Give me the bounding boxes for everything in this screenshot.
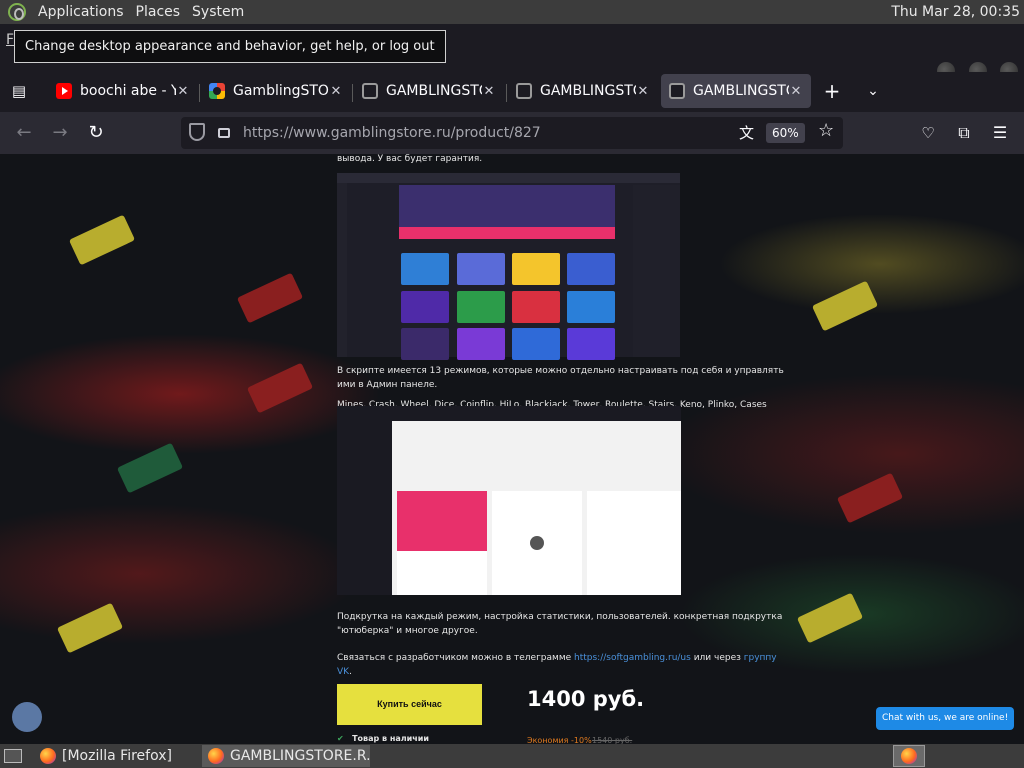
tab-close-icon[interactable]: ✕ [636, 84, 650, 99]
tab-gamblingstore-2[interactable]: GAMBLINGSTORE ✕ [508, 74, 658, 108]
menu-places[interactable]: Places [130, 0, 187, 24]
file-menu-hint[interactable]: F [6, 32, 14, 48]
top-panel: Applications Places System Thu Mar 28, 0… [0, 0, 1024, 24]
tab-youtube[interactable]: boochi abe - YouTube ✕ [48, 74, 198, 108]
paragraph-contact: Связаться с разработчиком можно в телегр… [337, 653, 777, 677]
lock-icon[interactable] [218, 128, 230, 138]
bg-chip-decor [236, 272, 304, 324]
youtube-icon [56, 83, 72, 99]
bg-chip-decor [56, 602, 124, 654]
bookmark-star-icon[interactable]: ☆ [818, 120, 834, 141]
screenshot-admin-panel [337, 406, 681, 595]
menu-applications[interactable]: Applications [32, 0, 130, 24]
extensions-puzzle-icon[interactable]: ⧉ [951, 120, 977, 146]
in-stock-status: ✔ Товар в наличии [337, 734, 429, 743]
tab-close-icon[interactable]: ✕ [789, 84, 803, 99]
clock[interactable]: Thu Mar 28, 00:35 [891, 0, 1020, 24]
hamburger-menu-icon[interactable]: ☰ [987, 120, 1013, 146]
tab-gamblingstore-active[interactable]: GAMBLINGSTORE ✕ [661, 74, 811, 108]
firefox-icon [208, 748, 224, 764]
old-price: 1540 руб. [592, 736, 633, 744]
bg-chip-decor [796, 592, 864, 644]
chat-bubble-icon[interactable] [12, 702, 42, 732]
distro-logo-icon[interactable] [8, 3, 26, 21]
workspace-switcher[interactable] [893, 745, 925, 767]
zoom-level[interactable]: 60% [766, 123, 805, 143]
forward-arrow-icon[interactable]: → [47, 120, 73, 146]
list-all-tabs-chevron-icon[interactable]: ⌄ [860, 78, 886, 104]
bg-chip-decor [116, 442, 184, 494]
taskbar-item-firefox[interactable]: [Mozilla Firefox] [34, 745, 200, 767]
tab-gamblingstore-1[interactable]: GAMBLINGSTORE ✕ [354, 74, 504, 108]
tab-close-icon[interactable]: ✕ [176, 84, 190, 99]
buy-now-button[interactable]: Купить сейчас [337, 684, 482, 725]
url-bar[interactable]: https://www.gamblingstore.ru/product/827… [181, 117, 843, 149]
paragraph-features: Подкрутка на каждый режим, настройка ста… [337, 612, 783, 636]
url-text[interactable]: https://www.gamblingstore.ru/product/827 [243, 117, 541, 149]
back-arrow-icon[interactable]: ← [11, 120, 37, 146]
translate-icon[interactable]: 文 [739, 122, 754, 143]
web-content: вывода. У вас будет гарантия. В скрипте … [0, 154, 1024, 744]
product-price: 1400 руб. [527, 687, 645, 711]
tab-close-icon[interactable]: ✕ [482, 84, 496, 99]
tab-bar: ▤ boochi abe - YouTube ✕ GamblingSTORE ✕… [0, 72, 1024, 112]
skull-icon [362, 83, 378, 99]
discount-label: Экономия -10% [527, 736, 592, 744]
bg-chip-decor [836, 472, 904, 524]
new-tab-plus-icon[interactable]: + [819, 78, 845, 104]
menu-system[interactable]: System [186, 0, 250, 24]
bg-chip-decor [246, 362, 314, 414]
tab-google-gamblingstore[interactable]: GamblingSTORE ✕ [201, 74, 351, 108]
bottom-taskbar: [Mozilla Firefox] GAMBLINGSTORE.R... [0, 744, 1024, 768]
checkmark-icon: ✔ [337, 734, 344, 743]
paragraph-guarantee: вывода. У вас будет гарантия. [337, 154, 483, 164]
bg-chip-decor [811, 280, 879, 332]
firefox-icon [901, 748, 917, 764]
google-icon [209, 83, 225, 99]
tab-separator [199, 84, 200, 102]
skull-icon [516, 83, 532, 99]
tab-separator [352, 84, 353, 102]
screenshot-game-lobby [337, 173, 680, 360]
tab-separator [506, 84, 507, 102]
system-menu-tooltip: Change desktop appearance and behavior, … [14, 30, 446, 63]
bg-chip-decor [68, 214, 136, 266]
taskbar-item-gamblingstore[interactable]: GAMBLINGSTORE.R... [202, 745, 370, 767]
skull-icon [669, 83, 685, 99]
tracking-protection-shield-icon[interactable] [189, 123, 205, 141]
pocket-icon[interactable]: ♡ [915, 120, 941, 146]
show-desktop-icon[interactable] [4, 749, 22, 763]
telegram-link[interactable]: https://softgambling.ru/us [574, 653, 691, 663]
chat-online-button[interactable]: Chat with us, we are online! [876, 707, 1015, 730]
reload-icon[interactable]: ↻ [83, 120, 109, 146]
tab-close-icon[interactable]: ✕ [329, 84, 343, 99]
paragraph-modes: В скрипте имеется 13 режимов, которые мо… [337, 366, 784, 390]
firefox-view-icon[interactable]: ▤ [6, 78, 32, 104]
firefox-icon [40, 748, 56, 764]
navigation-toolbar: ← → ↻ https://www.gamblingstore.ru/produ… [0, 112, 1024, 154]
